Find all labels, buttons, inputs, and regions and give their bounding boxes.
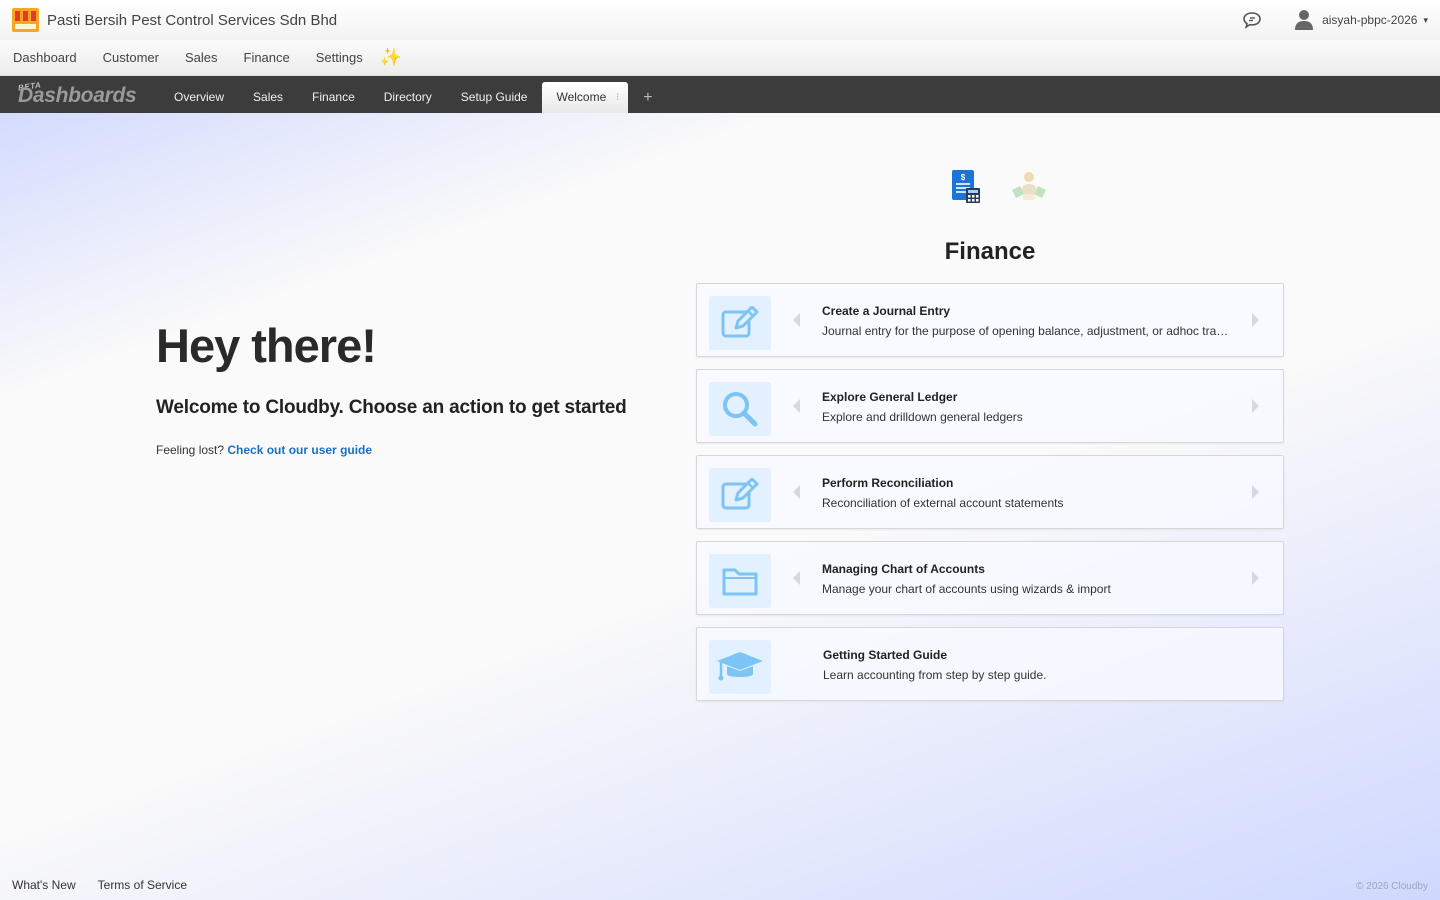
action-text: Managing Chart of Accounts Manage your c… — [822, 562, 1232, 596]
next-arrow-icon[interactable] — [1252, 571, 1259, 585]
action-description: Explore and drilldown general ledgers — [822, 410, 1023, 424]
tab-sales[interactable]: Sales — [239, 82, 297, 113]
action-card-journal-entry[interactable]: Create a Journal Entry Journal entry for… — [696, 283, 1284, 357]
nav-item-settings[interactable]: Settings — [303, 40, 376, 76]
action-icon-box — [709, 382, 771, 436]
action-icon-box — [709, 640, 771, 694]
finance-section-title: Finance — [944, 238, 1036, 265]
dashboard-tab-bar: BETA Dashboards Overview Sales Finance D… — [0, 76, 1440, 113]
previous-arrow-icon[interactable] — [793, 485, 800, 499]
action-icon-box — [709, 296, 771, 350]
user-menu-caret-icon[interactable]: ▾ — [1423, 15, 1428, 26]
hero-section: Hey there! Welcome to Cloudby. Choose an… — [156, 318, 627, 457]
action-title: Perform Reconciliation — [822, 476, 954, 490]
previous-arrow-icon[interactable] — [793, 399, 800, 413]
tab-finance[interactable]: Finance — [298, 82, 369, 113]
hero-title: Hey there! — [156, 319, 377, 372]
tab-setup-guide[interactable]: Setup Guide — [447, 82, 542, 113]
sparkle-icon[interactable]: ✨ — [380, 47, 402, 68]
help-text: Feeling lost? Check out our user guide — [156, 443, 626, 457]
hero-subtitle: Welcome to Cloudby. Choose an action to … — [156, 397, 627, 418]
action-description: Manage your chart of accounts using wiza… — [822, 582, 1111, 596]
action-title: Explore General Ledger — [822, 390, 958, 404]
action-description: Learn accounting from step by step guide… — [823, 668, 1047, 682]
edit-icon — [721, 478, 759, 510]
edit-icon — [721, 306, 759, 338]
action-title: Getting Started Guide — [823, 648, 948, 662]
tab-directory[interactable]: Directory — [370, 82, 446, 113]
tab-overview[interactable]: Overview — [160, 82, 238, 113]
nav-item-finance[interactable]: Finance — [231, 40, 303, 76]
next-arrow-icon[interactable] — [1252, 399, 1259, 413]
action-icon-box — [709, 468, 771, 522]
whats-new-link[interactable]: What's New — [12, 878, 76, 892]
search-icon — [723, 392, 758, 427]
action-card-chart-of-accounts[interactable]: Managing Chart of Accounts Manage your c… — [696, 541, 1284, 615]
company-logo[interactable] — [12, 8, 39, 32]
nav-item-sales[interactable]: Sales — [172, 40, 231, 76]
terms-of-service-link[interactable]: Terms of Service — [98, 878, 187, 892]
graduation-cap-icon — [717, 652, 763, 681]
company-name[interactable]: Pasti Bersih Pest Control Services Sdn B… — [47, 12, 337, 29]
welcome-content: Hey there! Welcome to Cloudby. Choose an… — [0, 113, 1440, 900]
action-text: Create a Journal Entry Journal entry for… — [822, 304, 1232, 338]
top-header: Pasti Bersih Pest Control Services Sdn B… — [0, 0, 1440, 40]
chat-icon[interactable] — [1242, 10, 1262, 30]
action-icon-box — [709, 554, 771, 608]
user-avatar-icon[interactable] — [1294, 9, 1314, 31]
action-text: Explore General Ledger Explore and drill… — [822, 390, 1232, 424]
action-text: Getting Started Guide Learn accounting f… — [823, 648, 1233, 682]
previous-arrow-icon[interactable] — [793, 313, 800, 327]
action-description: Journal entry for the purpose of opening… — [822, 324, 1232, 338]
finance-actions-list: Create a Journal Entry Journal entry for… — [696, 283, 1284, 713]
help-prefix: Feeling lost? — [156, 443, 228, 457]
main-nav: Dashboard Customer Sales Finance Setting… — [0, 40, 1440, 76]
action-title: Managing Chart of Accounts — [822, 562, 985, 576]
people-icon[interactable] — [1010, 168, 1048, 206]
action-description: Reconciliation of external account state… — [822, 496, 1064, 510]
action-card-general-ledger[interactable]: Explore General Ledger Explore and drill… — [696, 369, 1284, 443]
nav-item-customer[interactable]: Customer — [90, 40, 172, 76]
folder-icon — [722, 568, 758, 596]
svg-text:$: $ — [961, 173, 966, 182]
footer-links: What's New Terms of Service — [12, 878, 209, 892]
next-arrow-icon[interactable] — [1252, 485, 1259, 499]
action-text: Perform Reconciliation Reconciliation of… — [822, 476, 1232, 510]
copyright-text: © 2026 Cloudby — [1356, 881, 1428, 892]
username[interactable]: aisyah-pbpc-2026 — [1322, 13, 1417, 27]
add-tab-button[interactable]: + — [629, 82, 666, 113]
previous-arrow-icon[interactable] — [793, 571, 800, 585]
finance-calculator-icon[interactable]: $ — [948, 168, 986, 206]
section-icons: $ — [948, 168, 1072, 206]
dashboards-title: Dashboards — [18, 84, 137, 107]
user-guide-link[interactable]: Check out our user guide — [227, 443, 372, 457]
tab-welcome-label: Welcome — [556, 90, 607, 104]
tab-menu-icon[interactable]: ⁝ — [616, 82, 619, 113]
tab-welcome[interactable]: Welcome ⁝ — [542, 82, 629, 113]
action-card-getting-started[interactable]: Getting Started Guide Learn accounting f… — [696, 627, 1284, 701]
action-title: Create a Journal Entry — [822, 304, 951, 318]
dashboards-brand: BETA Dashboards — [0, 76, 160, 113]
action-card-reconciliation[interactable]: Perform Reconciliation Reconciliation of… — [696, 455, 1284, 529]
next-arrow-icon[interactable] — [1252, 313, 1259, 327]
nav-item-dashboard[interactable]: Dashboard — [0, 40, 90, 76]
